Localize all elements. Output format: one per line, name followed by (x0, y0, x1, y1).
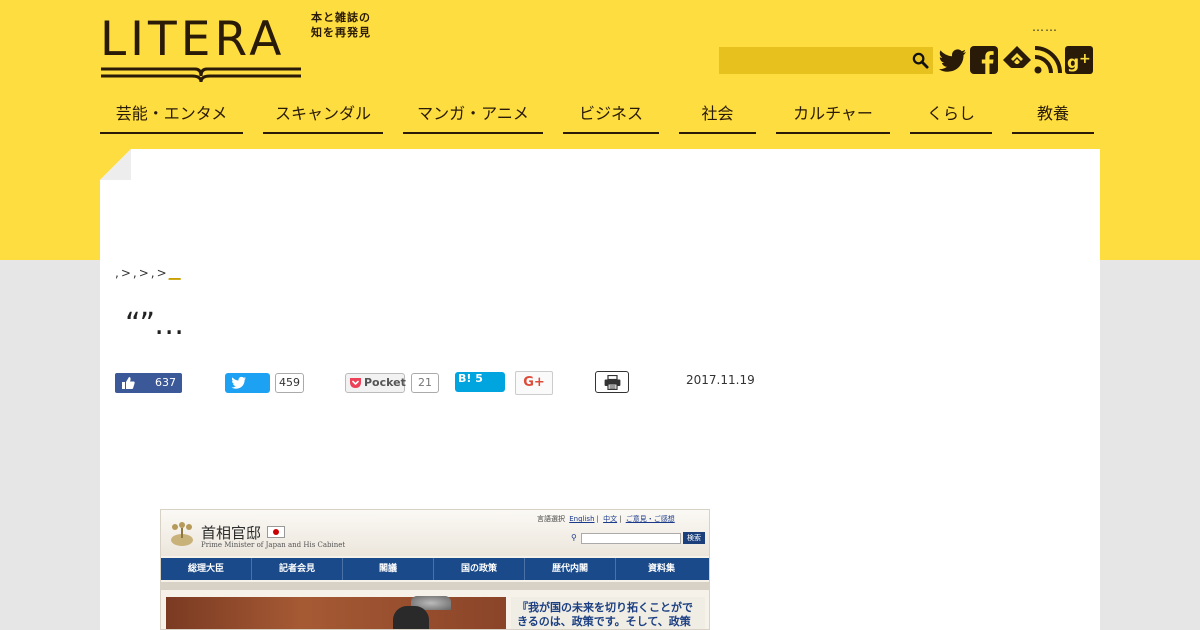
google-plus-icon[interactable]: g + (1064, 45, 1094, 75)
rss-icon[interactable] (1033, 45, 1063, 75)
print-button[interactable] (595, 371, 629, 393)
search-input[interactable] (719, 47, 933, 74)
google-plus-button[interactable]: G+ (515, 371, 553, 395)
embed-site-title: 首相官邸 (201, 524, 262, 542)
pocket-label: Pocket (364, 376, 406, 389)
breadcrumb-link[interactable]: , (133, 266, 137, 280)
embed-header-links: 言語選択 English | 中文 | ご意見・ご感想 (537, 515, 675, 523)
svg-text:g: g (1067, 53, 1079, 73)
book-icon (101, 67, 301, 83)
nav-item-scandal[interactable]: スキャンダル (263, 96, 383, 134)
embed-nav-item: 閣議 (343, 558, 434, 580)
embed-link-english: English (569, 515, 595, 523)
nav-item-living[interactable]: くらし (910, 96, 992, 134)
embed-photo (166, 597, 506, 629)
site-logo[interactable]: LITERA 本と雑誌の 知を再発見 (100, 10, 380, 86)
embed-search-field (581, 533, 681, 544)
nav-item-entertainment[interactable]: 芸能・エンタメ (100, 96, 243, 134)
embed-search-button: 検索 (683, 532, 705, 544)
article-image: 首相官邸 Prime Minister of Japan and His Cab… (160, 509, 710, 630)
nav-item-manga-anime[interactable]: マンガ・アニメ (403, 96, 543, 134)
pocket-icon (350, 378, 361, 388)
twitter-icon[interactable] (938, 45, 968, 75)
breadcrumb-separator: > (138, 266, 149, 280)
nav-item-culture[interactable]: カルチャー (776, 96, 890, 134)
share-bar: 637 459 Pocket 21 B! 5 G+ 2017.11.19 (115, 371, 815, 395)
nav-item-business[interactable]: ビジネス (563, 96, 659, 134)
hatena-bookmark-button[interactable]: B! 5 (455, 372, 505, 392)
embed-link-opinion: ご意見・ご感想 (625, 515, 675, 523)
main-nav: 芸能・エンタメ スキャンダル マンガ・アニメ ビジネス 社会 カルチャー くらし… (100, 96, 1094, 134)
like-count: 637 (155, 376, 176, 389)
embed-search-icon: ⚲ (571, 533, 577, 542)
breadcrumb-link[interactable]: , (151, 266, 155, 280)
embed-divider (161, 582, 709, 590)
tweet-count: 459 (275, 373, 304, 393)
article-title: “”… (125, 307, 184, 342)
facebook-icon[interactable] (969, 45, 999, 75)
breadcrumb: , >, >, > __ (115, 266, 181, 280)
embed-nav-item: 総理大臣 (161, 558, 252, 580)
embed-quote: 『我が国の未来を切り拓くことができるのは、政策です。そして、政策 (511, 597, 705, 629)
embed-site-subtitle: Prime Minister of Japan and His Cabinet (201, 541, 346, 549)
search-icon[interactable] (912, 52, 929, 69)
japan-flag-icon (267, 526, 285, 538)
pocket-count: 21 (411, 373, 439, 393)
site-tagline: 本と雑誌の 知を再発見 (311, 11, 371, 39)
breadcrumb-separator: > (156, 266, 167, 280)
feedly-icon[interactable] (1002, 45, 1032, 75)
page-fold-corner (100, 149, 131, 180)
paulownia-crest-icon (171, 522, 193, 546)
embed-nav-item: 資料集 (647, 564, 675, 574)
breadcrumb-current[interactable]: __ (169, 266, 181, 280)
tweet-button[interactable] (225, 373, 270, 393)
breadcrumb-link[interactable]: , (115, 266, 119, 280)
nav-item-education[interactable]: 教養 (1012, 96, 1094, 134)
logo-text: LITERA (100, 12, 286, 67)
printer-icon (604, 375, 621, 390)
pocket-button[interactable]: Pocket (345, 373, 406, 393)
article-card: , >, >, > __ “”… 637 459 Pocket 21 B! 5 G+ 2… (100, 149, 1100, 630)
nav-item-society[interactable]: 社会 (679, 96, 756, 134)
svg-text:+: + (1079, 51, 1091, 67)
twitter-bird-icon (231, 376, 246, 389)
thumbs-up-icon (122, 377, 135, 389)
publish-date: 2017.11.19 (686, 373, 755, 387)
embed-nav: 総理大臣 記者会見 閣議 国の政策 歴代内閣 資料集 (161, 558, 709, 580)
header-menu-dots[interactable]: …… (1032, 20, 1058, 34)
embed-nav-item: 記者会見 (252, 558, 343, 580)
embed-photo-person (393, 606, 429, 629)
breadcrumb-separator: > (120, 266, 131, 280)
embed-language-label: 言語選択 (537, 515, 565, 523)
embed-nav-item: 国の政策 (434, 558, 525, 580)
embed-link-chinese: 中文 (603, 515, 618, 523)
embed-nav-item: 歴代内閣 (525, 558, 616, 580)
facebook-like-button[interactable]: 637 (115, 373, 182, 393)
